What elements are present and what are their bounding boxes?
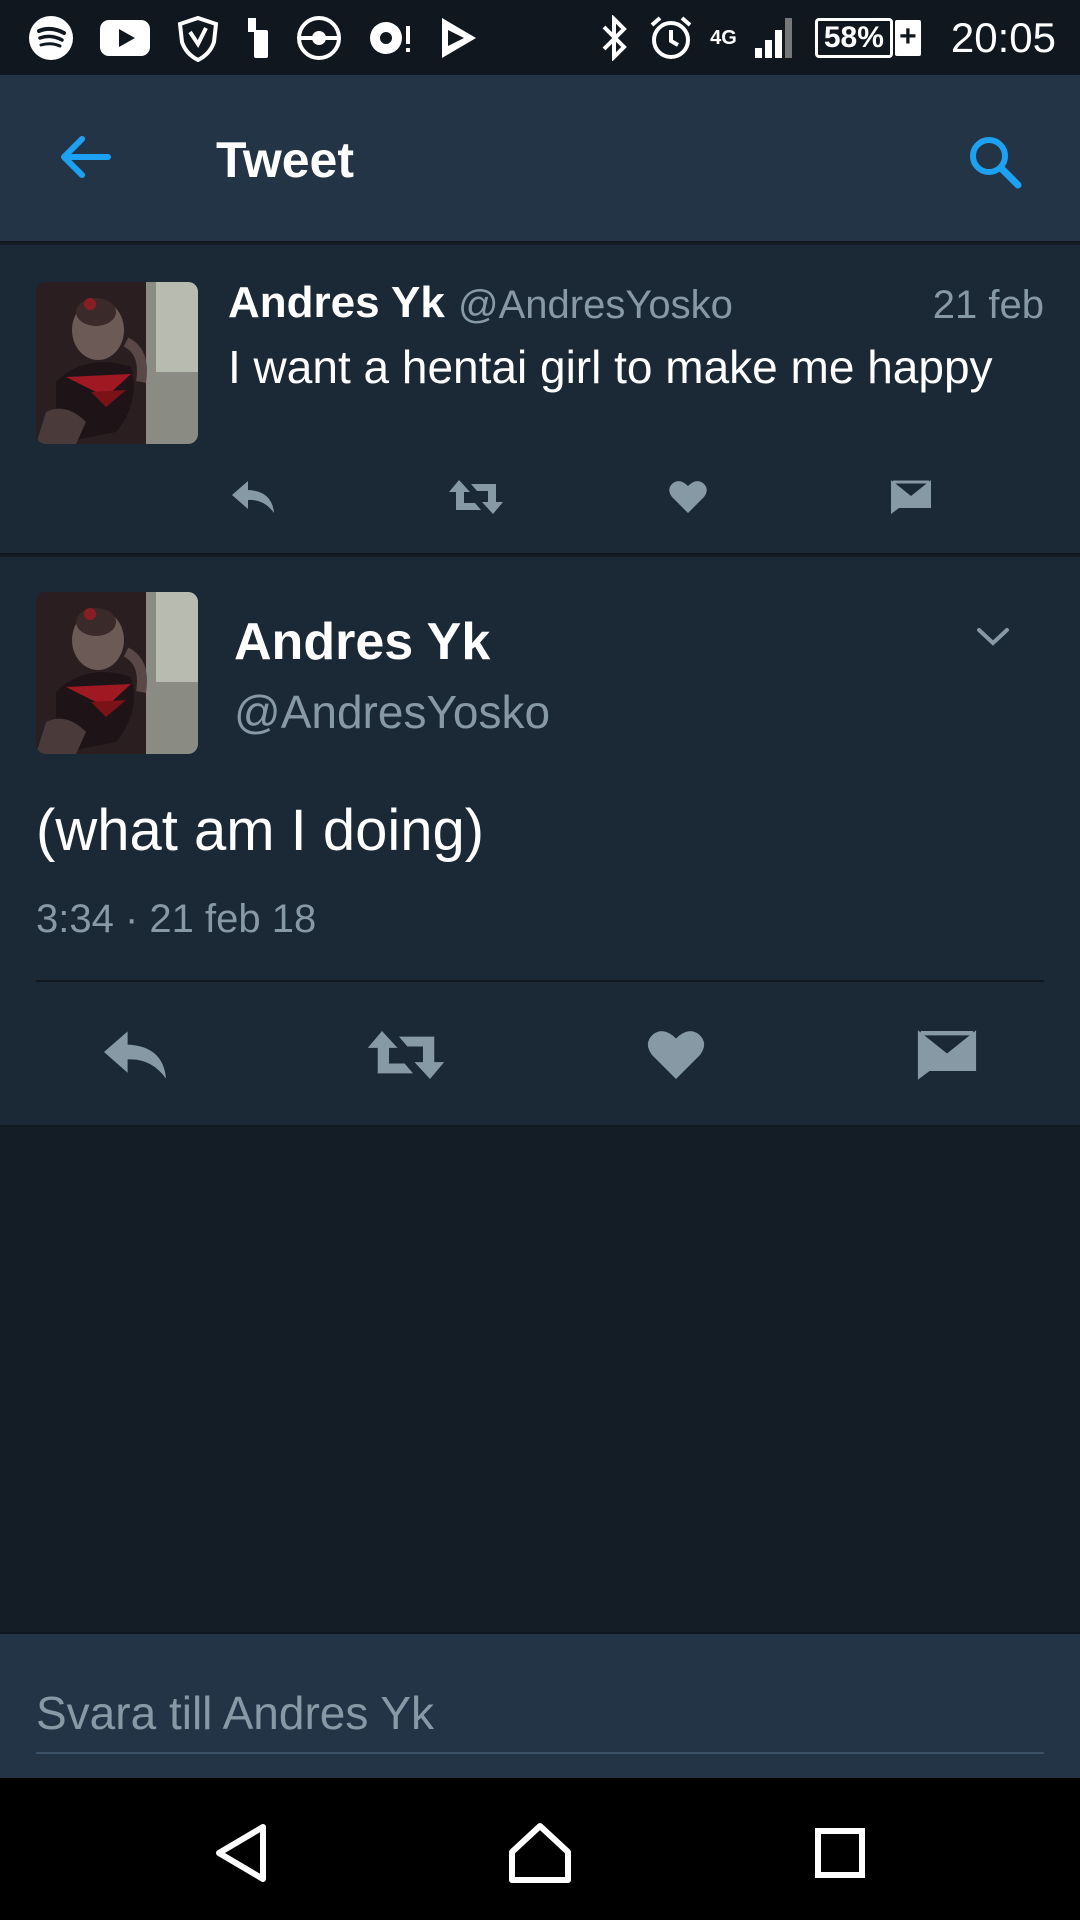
retweet-icon <box>449 480 503 514</box>
parent-tweet[interactable]: Andres Yk @AndresYosko 21 feb I want a h… <box>0 245 1080 555</box>
search-icon <box>970 137 1022 189</box>
dm-button[interactable] <box>886 473 936 521</box>
like-icon <box>669 481 707 513</box>
back-triangle-icon <box>216 1824 266 1882</box>
signal-icon <box>753 13 799 63</box>
status-bar: 4G 58% + 20:05 <box>0 0 1080 75</box>
recents-icon <box>815 1828 865 1878</box>
back-button[interactable] <box>50 127 120 187</box>
nav-recents-button[interactable] <box>795 1808 885 1898</box>
notification-icon <box>368 13 412 63</box>
author-name[interactable]: Andres Yk <box>234 612 490 672</box>
charging-icon: + <box>894 19 921 56</box>
like-button[interactable] <box>666 473 710 521</box>
back-arrow-icon <box>61 136 111 178</box>
dm-button[interactable] <box>912 982 982 1127</box>
system-status: 4G 58% + 20:05 <box>596 13 1056 63</box>
pokeball-icon <box>296 13 342 63</box>
network-icon: 4G <box>710 13 737 63</box>
device-icon <box>246 13 270 63</box>
tweet-timestamp: 3:34 · 21 feb 18 <box>36 897 317 941</box>
chevron-down-icon <box>977 628 1009 646</box>
reply-bar <box>0 1632 1080 1778</box>
battery-indicator: 58% + <box>814 17 921 58</box>
alarm-icon <box>648 13 694 63</box>
page-title: Tweet <box>216 132 354 188</box>
play-store-icon <box>438 13 478 63</box>
tweet-menu-button[interactable] <box>968 617 1018 657</box>
retweet-icon <box>367 1030 445 1079</box>
author-name[interactable]: Andres Yk <box>228 278 445 328</box>
nav-home-button[interactable] <box>495 1808 585 1898</box>
dm-icon <box>891 480 931 514</box>
focused-tweet: Andres Yk @AndresYosko (what am I doing)… <box>0 557 1080 1127</box>
system-nav-bar <box>0 1778 1080 1920</box>
avatar[interactable] <box>36 282 198 444</box>
like-button[interactable] <box>644 982 708 1127</box>
tweet-actions <box>0 982 1080 1127</box>
author-handle[interactable]: @AndresYosko <box>234 685 550 739</box>
search-button[interactable] <box>960 127 1030 197</box>
tweet-text: (what am I doing) <box>36 798 485 863</box>
reply-button[interactable] <box>100 982 170 1127</box>
tweet-text: I want a hentai girl to make me happy <box>228 341 993 393</box>
like-icon <box>647 1030 705 1079</box>
bluetooth-icon <box>596 13 632 63</box>
youtube-icon <box>100 13 150 63</box>
tweet-actions <box>228 473 968 521</box>
retweet-button[interactable] <box>364 982 448 1127</box>
reply-button[interactable] <box>228 473 278 521</box>
app-bar: Tweet <box>0 75 1080 243</box>
reply-input[interactable] <box>36 1674 1044 1754</box>
tweet-date: 21 feb <box>932 283 1044 327</box>
battery-level: 58% <box>814 17 893 58</box>
dm-icon <box>917 1029 977 1080</box>
retweet-button[interactable] <box>446 473 506 521</box>
reply-icon <box>103 1030 167 1079</box>
notification-icons <box>28 13 478 63</box>
author-handle: @AndresYosko <box>458 283 733 327</box>
reply-icon <box>232 481 274 513</box>
avatar[interactable] <box>36 592 198 754</box>
spotify-icon <box>28 13 74 63</box>
shield-app-icon <box>176 13 220 63</box>
home-icon <box>509 1823 571 1883</box>
nav-back-button[interactable] <box>196 1808 286 1898</box>
network-type: 4G <box>710 26 737 49</box>
clock: 20:05 <box>950 13 1056 61</box>
